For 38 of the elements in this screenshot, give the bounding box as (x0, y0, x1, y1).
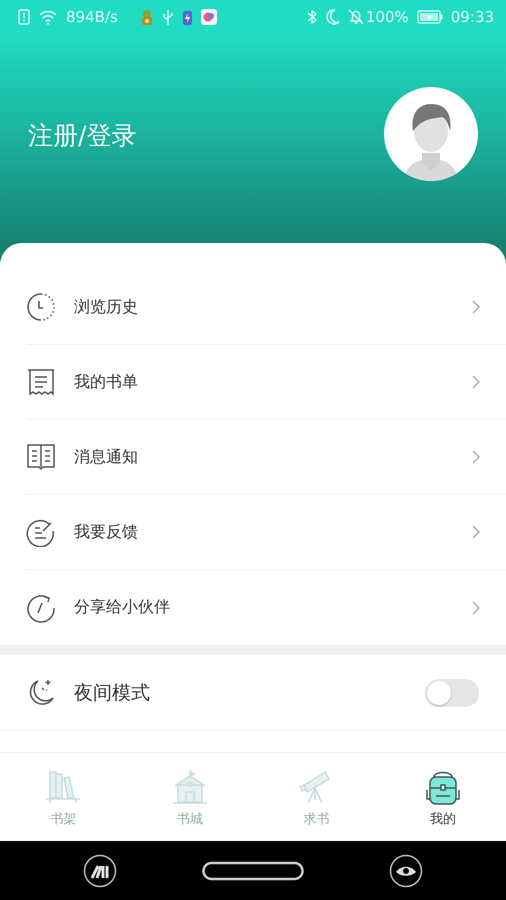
tab[interactable]: 我的 (380, 753, 506, 841)
eye-icon (389, 854, 424, 888)
battery-percent: 100% (366, 8, 409, 26)
chevron-right-icon (472, 300, 480, 314)
menu-item[interactable]: 我的书单 (26, 345, 506, 420)
app-icon (200, 9, 217, 25)
chevron-right-icon (472, 450, 480, 464)
chevron-right-icon (472, 375, 480, 389)
menu-item[interactable]: 消息通知 (26, 420, 506, 495)
network-speed: 894B/s (66, 8, 118, 26)
eye-button[interactable] (389, 854, 424, 888)
sim-alert-icon (18, 9, 30, 25)
feedback-icon (26, 517, 56, 547)
clock-time: 09:33 (450, 8, 494, 26)
chevron-right-icon (472, 600, 480, 614)
usb-icon (162, 8, 174, 26)
bluetooth-icon (306, 9, 317, 25)
menu-item[interactable]: 我要反馈 (26, 495, 506, 570)
slash-logo-icon (82, 854, 117, 888)
bell-off-icon (348, 9, 364, 25)
battery-icon (416, 10, 443, 24)
school-icon (170, 768, 209, 806)
share-icon (26, 592, 56, 622)
message-icon (26, 442, 56, 472)
history-icon (26, 292, 56, 322)
charging-icon (182, 8, 193, 26)
home-pill-button[interactable] (202, 861, 304, 881)
home-pill-icon (202, 861, 304, 881)
assistant-button[interactable] (82, 854, 117, 888)
menu-item[interactable]: 分享给小伙伴 (26, 570, 506, 645)
chevron-right-icon (472, 525, 480, 539)
night-mode-toggle[interactable] (425, 678, 479, 706)
moon-icon (324, 9, 340, 25)
night-mode-label: 夜间模式 (74, 680, 151, 706)
menu-item[interactable]: 浏览历史 (26, 270, 506, 345)
robot-icon (140, 8, 154, 26)
wifi-icon (38, 9, 58, 25)
booklist-icon (26, 367, 56, 397)
